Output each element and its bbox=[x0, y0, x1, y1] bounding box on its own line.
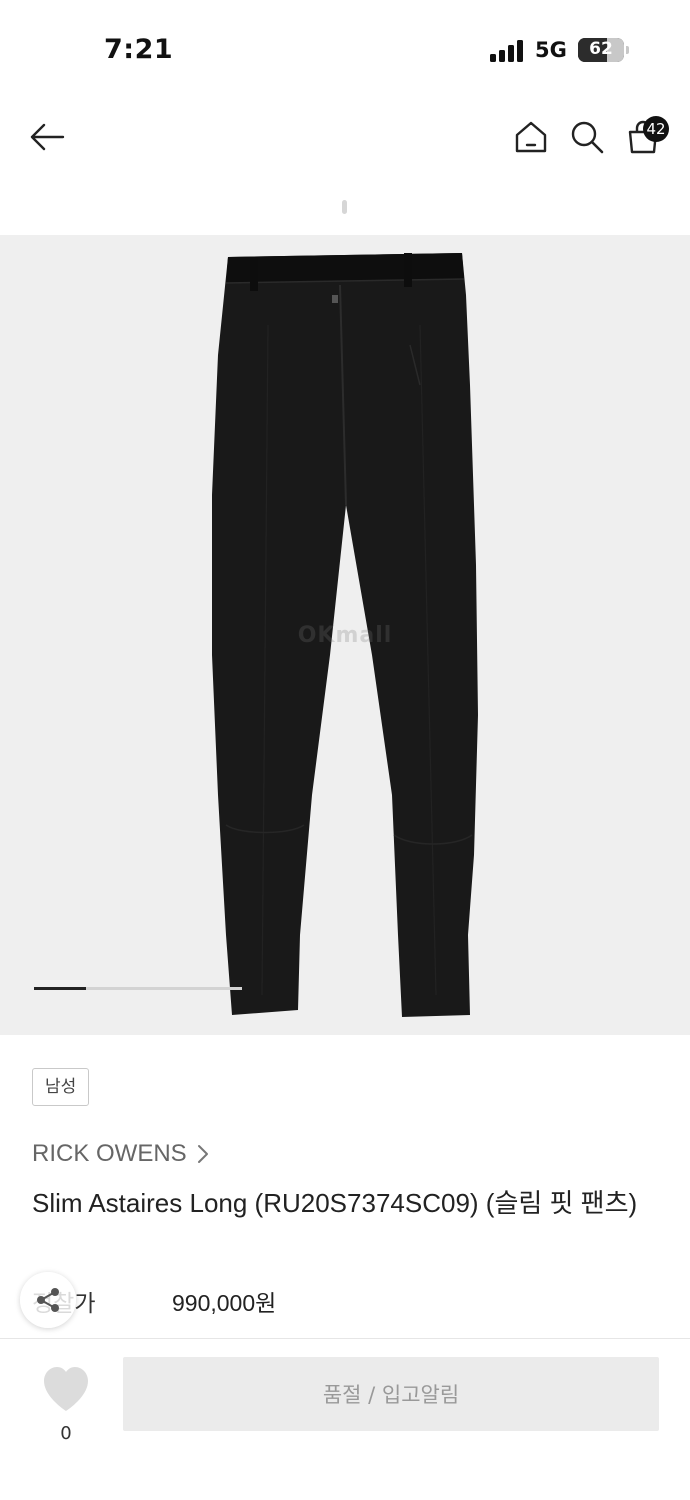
brand-link[interactable]: RICK OWENS bbox=[32, 1140, 209, 1168]
battery-percent: 62 bbox=[589, 39, 613, 59]
signal-icon bbox=[490, 40, 524, 62]
back-button[interactable] bbox=[24, 114, 70, 160]
cart-count-badge: 42 bbox=[643, 116, 669, 142]
price-value: 990,000원 bbox=[172, 1290, 277, 1316]
status-bar: 7:21 5G 62 bbox=[0, 0, 690, 100]
share-button[interactable] bbox=[20, 1272, 76, 1328]
search-icon bbox=[571, 121, 604, 154]
wishlist-count: 0 bbox=[60, 1423, 72, 1444]
status-time: 7:21 bbox=[104, 34, 174, 65]
heart-icon bbox=[44, 1367, 88, 1411]
network-type: 5G bbox=[535, 38, 567, 62]
gallery-progress-bar bbox=[34, 987, 86, 990]
wishlist-button[interactable]: 0 bbox=[36, 1359, 96, 1444]
search-button[interactable] bbox=[564, 114, 610, 160]
app-header bbox=[0, 100, 690, 180]
battery-icon: 62 bbox=[578, 38, 624, 62]
home-icon bbox=[515, 121, 547, 153]
home-button[interactable] bbox=[508, 114, 554, 160]
product-name: Slim Astaires Long (RU20S7374SC09) (슬림 핏… bbox=[32, 1188, 638, 1218]
gender-tag: 남성 bbox=[32, 1068, 90, 1106]
chevron-right-icon bbox=[197, 1145, 208, 1163]
gallery-progress bbox=[34, 987, 242, 990]
share-icon bbox=[37, 1288, 59, 1312]
price-row: 정찰가 990,000원 bbox=[32, 1284, 632, 1320]
battery-tip bbox=[626, 46, 629, 54]
pull-indicator bbox=[342, 200, 347, 214]
arrow-left-icon bbox=[30, 123, 65, 151]
brand-name: RICK OWENS bbox=[32, 1140, 187, 1167]
bottom-action-bar: 0 품절 / 입고알림 bbox=[0, 1338, 690, 1500]
watermark: OKmall bbox=[297, 623, 393, 648]
restock-alert-button[interactable]: 품절 / 입고알림 bbox=[123, 1357, 659, 1431]
product-image-gallery[interactable]: OKmall bbox=[0, 235, 690, 1035]
